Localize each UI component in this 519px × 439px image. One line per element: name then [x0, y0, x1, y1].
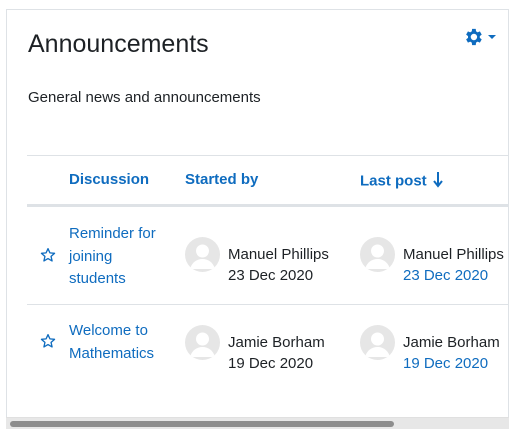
user-placeholder-icon	[365, 244, 390, 269]
discussion-link[interactable]: Reminder for joining students	[69, 223, 159, 291]
started-by-name: Manuel Phillips	[228, 246, 329, 263]
last-post-info: Manuel Phillips 23 Dec 2020	[403, 244, 504, 286]
star-outline-icon[interactable]	[40, 247, 56, 268]
table-header-row: Discussion Started by Last post	[27, 155, 508, 207]
discussion-link[interactable]: Welcome to Mathematics	[69, 320, 159, 365]
discussion-table: Discussion Started by Last post Reminder…	[27, 155, 508, 415]
started-by-info: Jamie Borham 19 Dec 2020	[228, 332, 325, 374]
block-title: Announcements	[28, 30, 209, 58]
user-placeholder-icon	[365, 332, 390, 357]
announcements-block: Announcements General news and announcem…	[6, 9, 509, 429]
avatar	[185, 325, 220, 360]
gear-icon	[462, 26, 484, 48]
column-header-last-post[interactable]: Last post	[360, 171, 443, 192]
started-by-date: 19 Dec 2020	[228, 355, 314, 372]
star-outline-icon[interactable]	[40, 333, 56, 354]
last-post-info: Jamie Borham 19 Dec 2020	[403, 332, 500, 374]
last-post-date-link[interactable]: 19 Dec 2020	[403, 353, 500, 374]
started-by-info: Manuel Phillips 23 Dec 2020	[228, 244, 329, 286]
horizontal-scrollbar[interactable]	[6, 417, 509, 429]
scrollbar-thumb[interactable]	[10, 421, 394, 427]
last-post-label: Last post	[360, 172, 427, 190]
table-row: Reminder for joining students Manuel Phi…	[27, 206, 508, 305]
last-post-name: Jamie Borham	[403, 334, 500, 351]
user-placeholder-icon	[190, 244, 215, 269]
caret-down-icon	[488, 34, 496, 40]
table-row: Welcome to Mathematics Jamie Borham 19 D…	[27, 304, 508, 396]
column-header-discussion[interactable]: Discussion	[69, 171, 149, 188]
settings-menu-button[interactable]	[462, 25, 496, 49]
block-description: General news and announcements	[28, 89, 261, 106]
last-post-date-link[interactable]: 23 Dec 2020	[403, 265, 504, 286]
arrow-down-icon	[432, 171, 443, 192]
last-post-name: Manuel Phillips	[403, 246, 504, 263]
column-header-started-by[interactable]: Started by	[185, 171, 258, 188]
avatar	[360, 237, 395, 272]
started-by-date: 23 Dec 2020	[228, 267, 314, 284]
user-placeholder-icon	[190, 332, 215, 357]
avatar	[185, 237, 220, 272]
avatar	[360, 325, 395, 360]
started-by-name: Jamie Borham	[228, 334, 325, 351]
